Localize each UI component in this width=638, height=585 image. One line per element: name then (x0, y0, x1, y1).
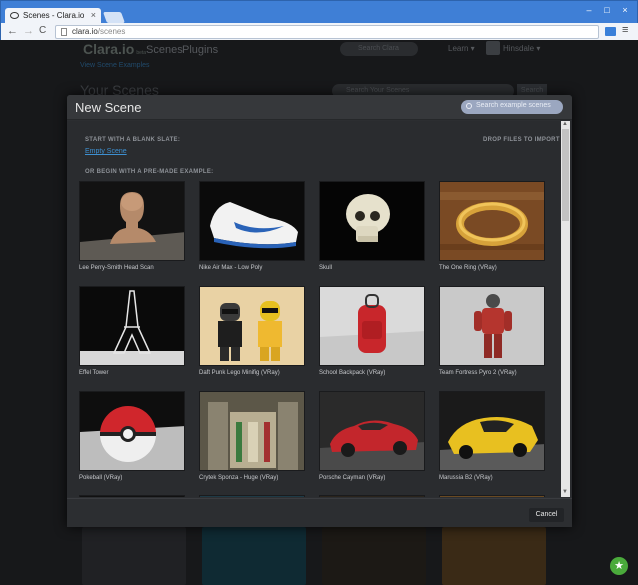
avatar[interactable] (486, 41, 500, 55)
example-card-backpack[interactable]: School Backpack (VRay) (319, 286, 427, 376)
example-label: Lee Perry-Smith Head Scan (79, 265, 154, 271)
example-label: Daft Punk Lego Minifig (VRay) (199, 370, 280, 376)
example-card-ring[interactable]: The One Ring (VRay) (439, 181, 547, 271)
example-card-eiffel[interactable]: Effel Tower (79, 286, 187, 376)
url-host: clara.io (72, 27, 98, 36)
thumbnail-nike (199, 181, 305, 261)
example-card-pokeball[interactable]: Pokeball (VRay) (79, 391, 187, 481)
modal-header: New Scene Search example scenes (67, 95, 572, 120)
example-label: The One Ring (VRay) (439, 265, 497, 271)
minimize-icon[interactable]: – (583, 5, 595, 15)
site-header: Clara.io beta Scenes Plugins Search Clara… (78, 40, 548, 60)
bg-tile (202, 527, 306, 585)
example-card-partial[interactable] (439, 495, 547, 497)
forward-icon[interactable]: → (23, 25, 34, 37)
background-scene-tiles (82, 527, 552, 585)
example-label: Team Fortress Pyro 2 (VRay) (439, 370, 517, 376)
example-label: School Backpack (VRay) (319, 370, 386, 376)
bg-tile (442, 527, 546, 585)
reload-icon[interactable]: C (39, 25, 46, 36)
browser-toolbar: ← → C clara.io/scenes ≡ (1, 23, 638, 41)
scrollbar-thumb[interactable] (562, 129, 569, 221)
example-search-placeholder: Search example scenes (476, 102, 551, 109)
thumbnail-marussia (439, 391, 545, 471)
example-card-nike[interactable]: Nike Air Max - Low Poly (199, 181, 307, 271)
thumbnail-head-scan (79, 181, 185, 261)
example-label: Porsche Cayman (VRay) (319, 475, 386, 481)
nav-plugins[interactable]: Plugins (182, 44, 218, 56)
nav-scenes[interactable]: Scenes (146, 44, 183, 56)
example-card-head-scan[interactable]: Lee Perry-Smith Head Scan (79, 181, 187, 271)
extension-icon[interactable] (605, 27, 616, 36)
example-card-partial[interactable] (79, 495, 187, 497)
search-icon (466, 103, 472, 109)
example-label: Pokeball (VRay) (79, 475, 123, 481)
user-menu[interactable]: Hinsdale ▾ (503, 44, 540, 53)
example-label: Skull (319, 265, 333, 271)
example-card-partial[interactable] (319, 495, 427, 497)
scroll-down-icon[interactable]: ▼ (562, 489, 568, 495)
site-logo[interactable]: Clara.io beta (83, 41, 146, 57)
thumbnail-skull (319, 181, 425, 261)
example-label: Nike Air Max - Low Poly (199, 265, 263, 271)
maximize-icon[interactable]: □ (601, 5, 613, 15)
page-subtitle-link[interactable]: View Scene Examples (80, 62, 150, 69)
modal-footer: Cancel (67, 498, 572, 527)
thumbnail-daftpunk (199, 286, 305, 366)
scroll-up-icon[interactable]: ▲ (562, 121, 568, 127)
page-icon (61, 28, 67, 36)
modal-body: START WITH A BLANK SLATE: Empty Scene DR… (67, 121, 572, 497)
example-card-skull[interactable]: Skull (319, 181, 427, 271)
learn-menu[interactable]: Learn ▾ (448, 44, 475, 53)
example-label: Effel Tower (79, 370, 109, 376)
example-search-input[interactable]: Search example scenes (461, 100, 563, 114)
thumbnail-pokeball (79, 391, 185, 471)
bg-tile (82, 527, 186, 585)
thumbnail-sponza (199, 391, 305, 471)
example-label: Marussia B2 (VRay) (439, 475, 493, 481)
example-card-sponza[interactable]: Crytek Sponza - Huge (VRay) (199, 391, 307, 481)
close-window-icon[interactable]: × (619, 5, 631, 15)
cancel-button[interactable]: Cancel (529, 508, 564, 522)
example-card-pyro[interactable]: Team Fortress Pyro 2 (VRay) (439, 286, 547, 376)
example-card-porsche[interactable]: Porsche Cayman (VRay) (319, 391, 427, 481)
tab-title: Scenes - Clara.io (23, 11, 85, 20)
thumbnail-ring (439, 181, 545, 261)
help-star-icon[interactable]: ★ (610, 557, 628, 575)
new-tab-button[interactable] (102, 12, 126, 23)
example-card-marussia[interactable]: Marussia B2 (VRay) (439, 391, 547, 481)
thumbnail-eiffel (79, 286, 185, 366)
browser-chrome: Scenes - Clara.io × – □ × ← → C clara.io… (0, 0, 638, 41)
new-scene-modal: New Scene Search example scenes START WI… (67, 95, 572, 527)
bg-tile (322, 527, 426, 585)
drop-files-label: DROP FILES TO IMPORT (483, 137, 560, 143)
clara-favicon-icon (10, 12, 19, 19)
thumbnail-porsche (319, 391, 425, 471)
example-card-daftpunk[interactable]: Daft Punk Lego Minifig (VRay) (199, 286, 307, 376)
premade-label: OR BEGIN WITH A PRE-MADE EXAMPLE: (85, 169, 214, 175)
example-label: Crytek Sponza - Huge (VRay) (199, 475, 279, 481)
address-bar[interactable]: clara.io/scenes (55, 25, 599, 39)
browser-tab[interactable]: Scenes - Clara.io × (5, 8, 101, 24)
browser-menu-icon[interactable]: ≡ (622, 24, 628, 36)
empty-scene-link[interactable]: Empty Scene (85, 148, 127, 155)
example-card-partial[interactable] (199, 495, 307, 497)
modal-title: New Scene (75, 100, 142, 115)
window-controls: – □ × (583, 5, 631, 15)
back-icon[interactable]: ← (7, 25, 18, 37)
url-path: /scenes (97, 27, 126, 36)
modal-scrollbar[interactable]: ▲ ▼ (561, 121, 570, 497)
thumbnail-backpack (319, 286, 425, 366)
blank-slate-label: START WITH A BLANK SLATE: (85, 137, 181, 143)
site-search-input[interactable]: Search Clara (340, 42, 418, 56)
thumbnail-pyro (439, 286, 545, 366)
tab-close-icon[interactable]: × (91, 10, 96, 20)
